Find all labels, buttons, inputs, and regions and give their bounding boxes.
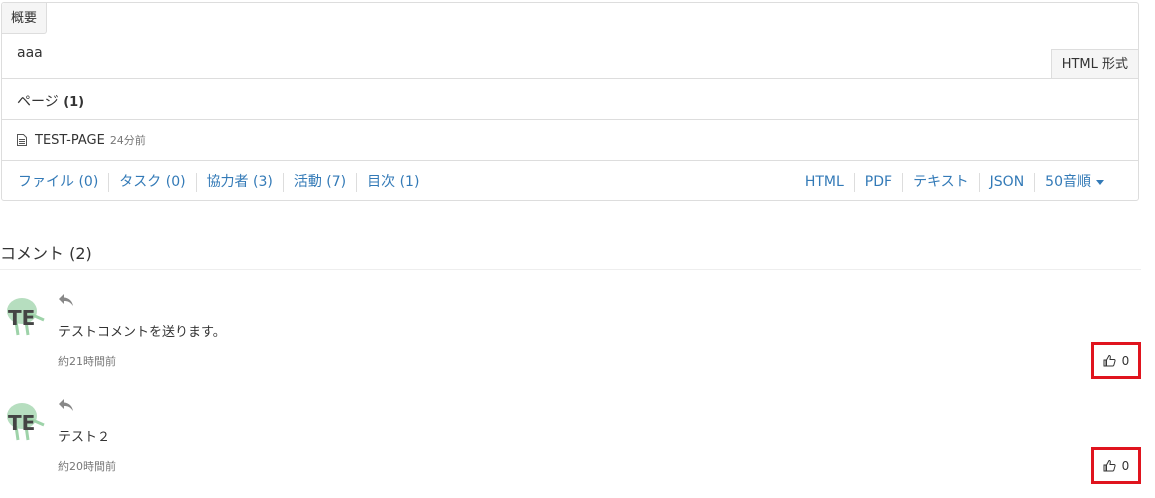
footer-links-right: HTML PDF テキスト JSON 50音順 (795, 173, 1114, 192)
pages-count: (1) (63, 95, 85, 110)
caret-down-icon (1096, 179, 1104, 185)
page-item-name[interactable]: TEST-PAGE (35, 133, 105, 148)
reply-icon[interactable] (58, 293, 74, 307)
avatar: TE (7, 298, 45, 336)
comments-count: (2) (69, 244, 92, 263)
like-button[interactable]: 0 (1091, 342, 1141, 379)
comment-text: テスト２ (58, 430, 111, 445)
document-icon (17, 134, 27, 146)
pages-heading: ページ (1) (17, 91, 84, 111)
comment-text: テストコメントを送ります。 (58, 325, 226, 340)
comment-item: TE テスト２ 約20時間前 0 (0, 398, 1141, 488)
reply-icon[interactable] (58, 398, 74, 412)
pages-heading-label: ページ (17, 94, 59, 110)
activity-link[interactable]: 活動 (7) (284, 173, 358, 192)
export-pdf-link[interactable]: PDF (855, 173, 904, 192)
comments-heading: コメント (2) (0, 240, 92, 264)
html-format-button[interactable]: HTML 形式 (1050, 49, 1138, 79)
like-button[interactable]: 0 (1091, 447, 1141, 484)
avatar-initials: TE (8, 306, 35, 330)
divider (2, 78, 1138, 79)
like-count: 0 (1121, 353, 1130, 368)
avatar: TE (7, 403, 45, 441)
collaborators-link[interactable]: 協力者 (3) (197, 173, 284, 192)
summary-tab[interactable]: 概要 (2, 3, 48, 34)
page-item-age: 24分前 (109, 134, 146, 147)
export-text-link[interactable]: テキスト (903, 173, 980, 192)
summary-text: aaa (17, 45, 43, 61)
divider (0, 269, 1141, 270)
sort-order-dropdown[interactable]: 50音順 (1035, 173, 1114, 192)
files-link[interactable]: ファイル (0) (8, 173, 110, 192)
document-panel: 概要 aaa HTML 形式 ページ (1) TEST-PAGE 24分前 ファ… (1, 2, 1139, 201)
comment-time: 約20時間前 (58, 460, 116, 473)
thumbs-up-icon (1103, 459, 1116, 472)
page-item[interactable]: TEST-PAGE 24分前 (17, 132, 146, 148)
tasks-link[interactable]: タスク (0) (109, 173, 197, 192)
export-html-link[interactable]: HTML (795, 173, 855, 192)
comment-time: 約21時間前 (58, 355, 116, 368)
toc-link[interactable]: 目次 (1) (357, 173, 429, 192)
comment-item: TE テストコメントを送ります。 約21時間前 0 (0, 293, 1141, 383)
like-count: 0 (1121, 458, 1130, 473)
divider (2, 160, 1138, 161)
export-json-link[interactable]: JSON (980, 173, 1036, 192)
footer-links-left: ファイル (0) タスク (0) 協力者 (3) 活動 (7) 目次 (1) (8, 173, 429, 192)
avatar-initials: TE (8, 411, 35, 435)
sort-order-label: 50音順 (1045, 174, 1091, 190)
divider (2, 119, 1138, 120)
thumbs-up-icon (1103, 354, 1116, 367)
comments-heading-label: コメント (0, 244, 65, 263)
